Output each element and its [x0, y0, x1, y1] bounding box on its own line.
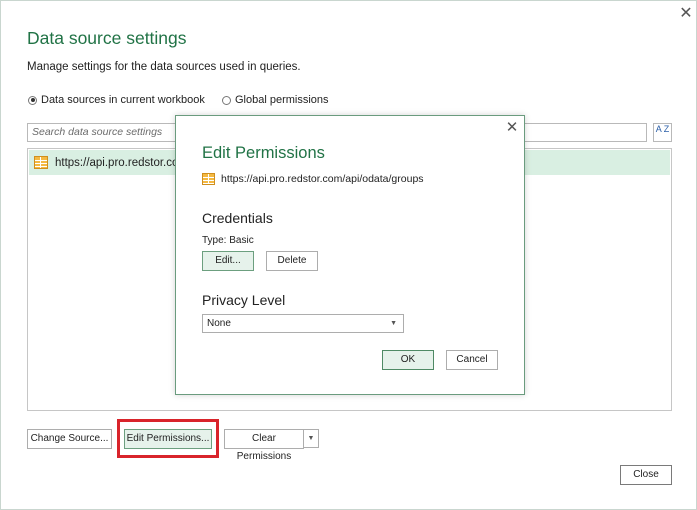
sort-az-button[interactable]: A Z [653, 123, 672, 142]
edit-permissions-highlight [117, 419, 219, 458]
edit-credentials-button[interactable]: Edit... [202, 251, 254, 271]
radio-global-permissions[interactable]: Global permissions [222, 94, 329, 106]
dialog-title: Edit Permissions [202, 144, 325, 162]
data-source-url: https://api.pro.redstor.co [55, 156, 179, 169]
radio-global-permissions-label: Global permissions [235, 94, 329, 106]
radio-checked-icon [28, 95, 37, 105]
radio-current-workbook[interactable]: Data sources in current workbook [28, 94, 205, 106]
clear-permissions-button[interactable]: Clear Permissions [224, 429, 304, 462]
window-close-icon[interactable]: ✕ [677, 5, 695, 23]
privacy-level-heading: Privacy Level [202, 292, 286, 308]
radio-current-workbook-label: Data sources in current workbook [41, 94, 205, 106]
clear-permissions-dropdown-icon[interactable]: ▼ [303, 429, 319, 448]
data-source-settings-window: ✕ Data source settings Manage settings f… [0, 0, 697, 510]
dialog-source-url: https://api.pro.redstor.com/api/odata/gr… [221, 173, 424, 185]
dialog-source: https://api.pro.redstor.com/api/odata/gr… [202, 173, 424, 185]
change-source-button[interactable]: Change Source... [27, 429, 112, 449]
page-title: Data source settings [27, 28, 187, 48]
table-icon [202, 173, 215, 185]
dialog-close-icon[interactable]: ✕ [504, 120, 520, 136]
credentials-heading: Credentials [202, 210, 273, 226]
delete-credentials-button[interactable]: Delete [266, 251, 318, 271]
radio-unchecked-icon [222, 95, 231, 105]
sort-az-icon: A Z [655, 124, 670, 134]
page-subtitle: Manage settings for the data sources use… [27, 61, 301, 73]
edit-permissions-dialog: ✕ Edit Permissions https://api.pro.redst… [175, 115, 525, 395]
ok-button[interactable]: OK [382, 350, 434, 370]
table-icon [34, 156, 48, 169]
cancel-button[interactable]: Cancel [446, 350, 498, 370]
privacy-level-value: None [207, 318, 231, 329]
privacy-level-select[interactable]: None ▼ [202, 314, 404, 333]
close-button[interactable]: Close [620, 465, 672, 485]
chevron-down-icon: ▼ [390, 320, 397, 327]
credential-type-label: Type: Basic [202, 235, 254, 246]
